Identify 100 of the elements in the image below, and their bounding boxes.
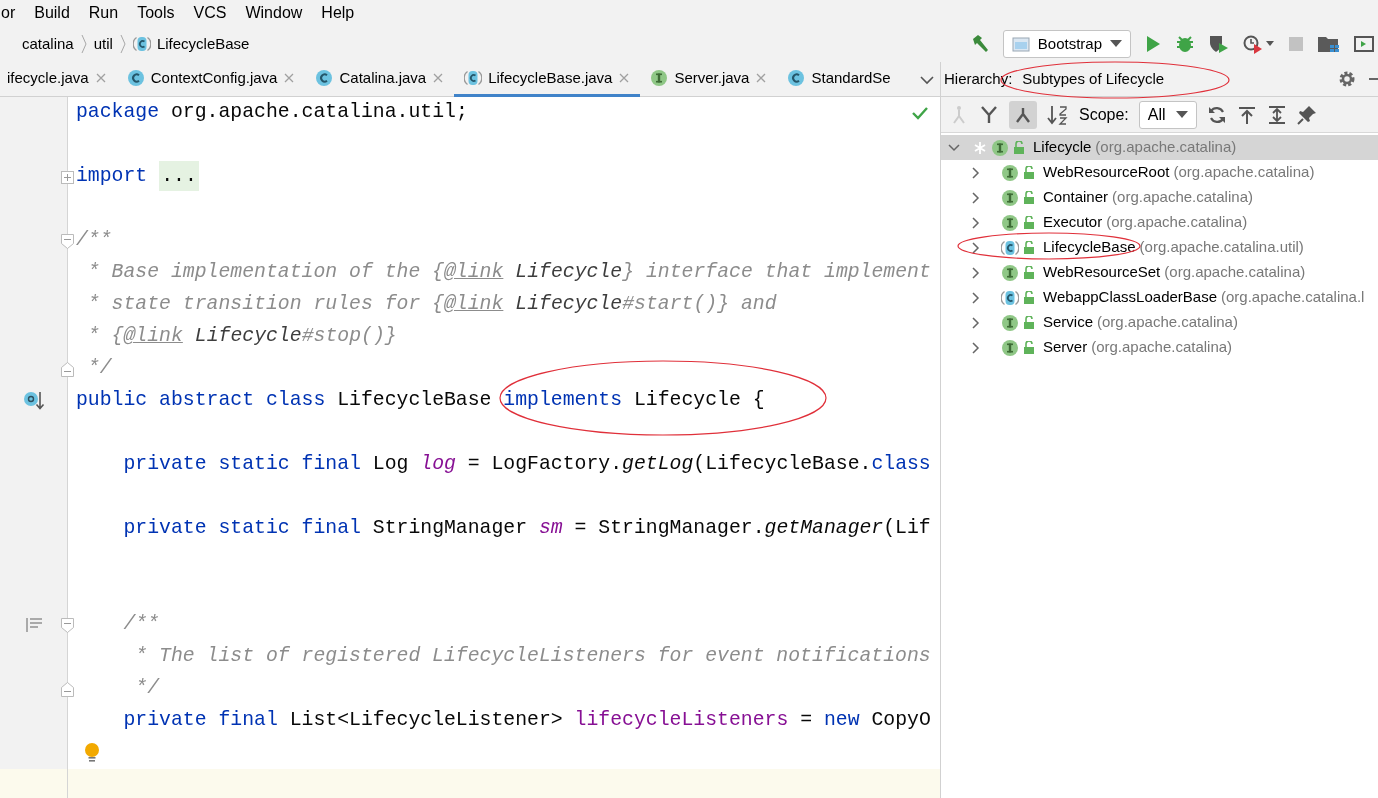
tree-row[interactable]: LifecycleBase (org.apache.catalina.util) bbox=[941, 235, 1378, 260]
tree-item-name: Lifecycle bbox=[1033, 137, 1092, 158]
clock-run-icon[interactable] bbox=[1243, 34, 1275, 54]
window-icon bbox=[1011, 36, 1030, 52]
editor-tab[interactable]: Server.java bbox=[640, 62, 778, 97]
code-line: private final List<LifecycleListener> lifecycleListeners = new CopyO bbox=[122, 708, 931, 734]
breadcrumb-item[interactable]: LifecycleBase bbox=[156, 32, 250, 56]
tree-row[interactable]: Executor (org.apache.catalina) bbox=[941, 210, 1378, 235]
fold-collapse-icon[interactable] bbox=[61, 234, 74, 249]
tree-row[interactable]: Container (org.apache.catalina) bbox=[941, 185, 1378, 210]
code-line: */ bbox=[86, 356, 112, 382]
menu-item[interactable]: Help bbox=[321, 1, 355, 25]
interface-icon bbox=[650, 69, 669, 87]
code-line: private static final StringManager sm = StringManager.getManager(Lif bbox=[122, 516, 931, 542]
tree-item-name: WebResourceSet bbox=[1043, 262, 1161, 283]
code-line: package org.apache.catalina.util; bbox=[76, 100, 468, 126]
fold-collapse-icon[interactable] bbox=[61, 618, 74, 633]
lock-icon bbox=[1023, 240, 1035, 255]
lock-icon bbox=[1023, 265, 1035, 280]
class-icon bbox=[126, 69, 145, 87]
package-name: (org.apache.catalina) bbox=[1097, 312, 1238, 333]
code-line: public abstract class LifecycleBase implements Lifecycle { bbox=[76, 388, 765, 414]
tree-row[interactable]: WebappClassLoaderBase (org.apache.catalina.l bbox=[941, 285, 1378, 310]
menu-item[interactable]: Build bbox=[34, 1, 70, 25]
lock-icon bbox=[1023, 165, 1035, 180]
pin-icon[interactable] bbox=[1296, 104, 1317, 125]
fold-end-icon[interactable] bbox=[61, 682, 74, 697]
interface-icon bbox=[1001, 188, 1019, 207]
star-icon bbox=[973, 140, 987, 155]
interface-icon bbox=[991, 138, 1009, 157]
abstract-class-icon bbox=[464, 69, 483, 87]
run-configuration-dropdown[interactable]: Bootstrap bbox=[1002, 30, 1131, 58]
check-icon bbox=[912, 106, 928, 120]
package-name: (org.apache.catalina.util) bbox=[1139, 237, 1304, 258]
export-icon[interactable] bbox=[1236, 104, 1257, 125]
chevron-down-icon[interactable] bbox=[920, 75, 934, 85]
merge-icon[interactable] bbox=[979, 104, 999, 125]
menu-item[interactable]: VCS bbox=[193, 1, 227, 25]
package-name: (org.apache.catalina) bbox=[1095, 137, 1237, 158]
tree-item-name: LifecycleBase bbox=[1043, 237, 1136, 258]
panel-icon[interactable] bbox=[1354, 35, 1374, 53]
lightbulb-icon[interactable] bbox=[84, 742, 100, 764]
tree-item-name: Service bbox=[1043, 312, 1094, 333]
abstract-class-icon bbox=[1001, 238, 1019, 257]
refresh-icon[interactable] bbox=[1206, 104, 1227, 125]
interface-icon bbox=[1001, 338, 1019, 357]
menu-item[interactable]: Tools bbox=[137, 1, 175, 25]
chevron-icon bbox=[79, 34, 88, 54]
code-line: private static final Log log = LogFactory.getLog(LifecycleBase.class bbox=[122, 452, 931, 478]
code-line: /** bbox=[76, 228, 112, 254]
tree-item-name: WebResourceRoot bbox=[1043, 162, 1170, 183]
tree-row[interactable]: WebResourceSet (org.apache.catalina) bbox=[941, 260, 1378, 285]
subtypes-toggle-button[interactable] bbox=[1009, 100, 1037, 129]
shield-run-icon[interactable] bbox=[1208, 34, 1230, 54]
class-icon bbox=[315, 69, 334, 87]
tree-item-name: Container bbox=[1043, 187, 1109, 208]
settings-icon[interactable] bbox=[1338, 70, 1356, 88]
menu-item[interactable]: or bbox=[1, 1, 16, 25]
lock-icon bbox=[1023, 340, 1035, 355]
package-name: (org.apache.catalina) bbox=[1164, 262, 1306, 283]
minimize-icon[interactable] bbox=[1366, 77, 1378, 81]
package-name: (org.apache.catalina.l bbox=[1221, 287, 1365, 308]
lock-icon bbox=[1013, 140, 1025, 155]
fold-expand-icon[interactable] bbox=[61, 171, 74, 184]
interface-icon bbox=[1001, 313, 1019, 332]
editor-tab[interactable]: ContextConfig.java bbox=[116, 62, 306, 97]
code-line: * state transition rules for {@link Lifecycle#start()} and bbox=[86, 292, 777, 318]
menu-item[interactable]: Run bbox=[88, 1, 119, 25]
hierarchy-title: Subtypes of Lifecycle bbox=[1022, 68, 1165, 89]
implements-gutter-icon[interactable] bbox=[22, 390, 45, 412]
breadcrumb-item[interactable]: util bbox=[93, 32, 113, 56]
interface-icon bbox=[1001, 163, 1019, 182]
scope-label: Scope: bbox=[1079, 104, 1129, 125]
bug-icon[interactable] bbox=[1175, 34, 1195, 54]
interface-icon bbox=[1001, 263, 1019, 282]
tree-row[interactable]: Service (org.apache.catalina) bbox=[941, 310, 1378, 335]
lock-icon bbox=[1023, 190, 1035, 205]
run-icon[interactable] bbox=[1144, 35, 1162, 53]
expand-all-icon[interactable] bbox=[1266, 104, 1287, 125]
folder-icon[interactable] bbox=[1317, 34, 1341, 54]
tree-row[interactable]: Server (org.apache.catalina) bbox=[941, 335, 1378, 360]
abstract-class-icon bbox=[132, 35, 151, 53]
code-line: import ... bbox=[76, 162, 199, 192]
package-name: (org.apache.catalina) bbox=[1106, 212, 1248, 233]
sort-icon[interactable] bbox=[1047, 103, 1069, 126]
interface-icon bbox=[1001, 213, 1019, 232]
editor-tab[interactable]: Catalina.java bbox=[305, 62, 455, 97]
editor-tab[interactable]: StandardSe bbox=[777, 62, 901, 97]
caret-icon bbox=[1110, 40, 1122, 48]
package-name: (org.apache.catalina) bbox=[1091, 337, 1233, 358]
panel-label: Hierarchy: bbox=[944, 68, 1013, 89]
menu-item[interactable]: Window bbox=[245, 1, 303, 25]
tree-row[interactable]: Lifecycle (org.apache.catalina) bbox=[941, 135, 1378, 160]
breadcrumb-item[interactable]: catalina bbox=[22, 32, 74, 56]
tree-row[interactable]: WebResourceRoot (org.apache.catalina) bbox=[941, 160, 1378, 185]
fold-end-icon[interactable] bbox=[61, 362, 74, 377]
code-line: * The list of registered LifecycleListeners for event notifications bbox=[134, 644, 931, 670]
editor-tab[interactable]: ifecycle.java bbox=[0, 62, 117, 97]
scope-dropdown[interactable]: All bbox=[1138, 100, 1197, 129]
abstract-class-icon bbox=[1001, 288, 1019, 307]
